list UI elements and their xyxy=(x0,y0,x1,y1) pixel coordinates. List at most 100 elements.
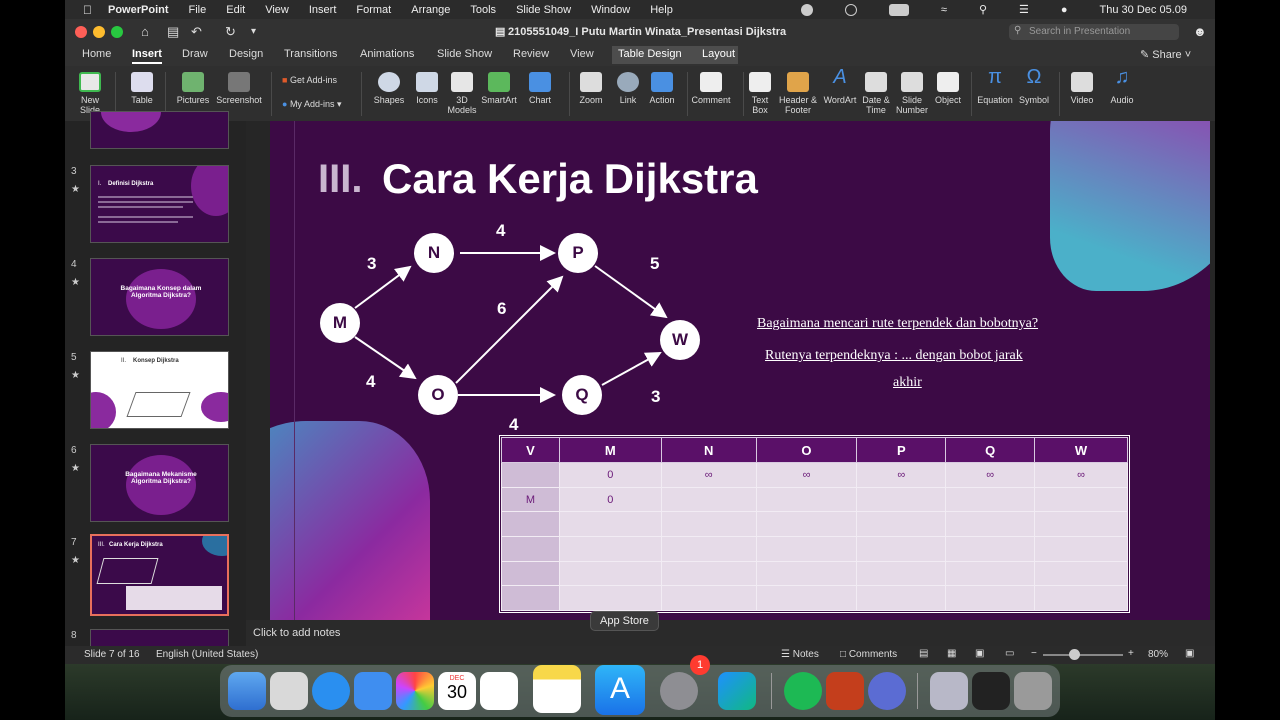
dijkstra-table[interactable]: V M N O P Q W 0 ∞ ∞ ∞ ∞ ∞ M 0 xyxy=(501,436,1128,611)
control-center-icon[interactable]: ☰ xyxy=(1019,3,1029,16)
clock[interactable]: Thu 30 Dec 05.09 xyxy=(1100,4,1187,16)
menu-slide-show[interactable]: Slide Show xyxy=(516,4,571,16)
smartart-button[interactable]: SmartArt xyxy=(478,72,520,105)
table-cell[interactable] xyxy=(945,585,1036,611)
table-header-cell[interactable]: V xyxy=(501,436,560,464)
header-footer-button[interactable]: Header & Footer xyxy=(777,72,819,115)
screenshot-button[interactable]: Screenshot xyxy=(215,72,263,105)
quicktime-icon[interactable] xyxy=(868,672,906,710)
tab-draw[interactable]: Draw xyxy=(182,48,208,60)
tab-home[interactable]: Home xyxy=(82,48,111,60)
apple-icon[interactable]:  xyxy=(83,3,92,17)
question-text-3[interactable]: akhir xyxy=(893,375,922,391)
menu-window[interactable]: Window xyxy=(591,4,630,16)
tab-review[interactable]: Review xyxy=(513,48,549,60)
preview-window-icon[interactable] xyxy=(930,672,968,710)
new-slide-button[interactable]: New Slide xyxy=(75,72,105,115)
undo-icon[interactable]: ↶ xyxy=(191,24,202,40)
video-button[interactable]: Video xyxy=(1067,72,1097,105)
table-cell[interactable] xyxy=(856,486,947,513)
table-cell[interactable]: 0 xyxy=(558,486,662,513)
table-cell[interactable] xyxy=(501,585,560,611)
tab-view[interactable]: View xyxy=(570,48,594,60)
powerpoint-icon[interactable] xyxy=(826,672,864,710)
share-button[interactable]: ✎ Share ˅ xyxy=(1140,48,1191,61)
redo-icon[interactable]: ↻ xyxy=(225,24,236,40)
table-cell[interactable] xyxy=(558,560,662,587)
battery-icon[interactable] xyxy=(888,3,909,16)
table-cell[interactable] xyxy=(558,511,662,538)
slide-thumb-3[interactable]: I. Definisi Dijkstra xyxy=(90,165,229,243)
table-header-cell[interactable]: N xyxy=(660,436,757,464)
3d-models-button[interactable]: 3D Models xyxy=(447,72,477,115)
customize-icon[interactable]: ▾ xyxy=(251,26,256,37)
table-cell[interactable] xyxy=(856,560,947,587)
table-cell[interactable] xyxy=(755,511,858,538)
close-button[interactable] xyxy=(75,26,87,38)
table-cell[interactable] xyxy=(660,536,757,562)
system-preferences-icon[interactable] xyxy=(660,672,698,710)
table-header-cell[interactable]: M xyxy=(558,436,662,464)
fit-to-window-icon[interactable]: ▣ xyxy=(1185,648,1194,659)
zoom-out-icon[interactable]: − xyxy=(1031,648,1037,659)
launchpad-icon[interactable] xyxy=(270,672,308,710)
safari-icon[interactable] xyxy=(312,672,350,710)
siri-icon[interactable]: ● xyxy=(1061,4,1068,16)
tab-insert[interactable]: Insert xyxy=(132,48,162,64)
tab-transitions[interactable]: Transitions xyxy=(284,48,337,60)
table-cell[interactable] xyxy=(1034,511,1128,538)
slide-thumb-5[interactable]: II. Konsep Dijkstra xyxy=(90,351,229,429)
table-cell[interactable] xyxy=(1034,560,1128,587)
screen-recording-icon[interactable] xyxy=(972,672,1010,710)
tab-design[interactable]: Design xyxy=(229,48,263,60)
table-cell[interactable] xyxy=(755,585,858,611)
table-cell[interactable] xyxy=(501,536,560,562)
table-cell[interactable] xyxy=(856,585,947,611)
record-icon[interactable] xyxy=(800,3,813,16)
trash-icon[interactable] xyxy=(1014,672,1052,710)
pictures-button[interactable]: Pictures xyxy=(173,72,213,105)
link-button[interactable]: Link xyxy=(613,72,643,105)
comments-toggle[interactable]: □ Comments xyxy=(840,649,897,660)
menu-tools[interactable]: Tools xyxy=(470,4,496,16)
tab-animations[interactable]: Animations xyxy=(360,48,414,60)
table-cell[interactable] xyxy=(945,511,1036,538)
table-cell[interactable] xyxy=(755,536,858,562)
tab-layout[interactable]: Layout xyxy=(702,48,735,60)
zoom-button[interactable] xyxy=(111,26,123,38)
zoom-in-icon[interactable]: + xyxy=(1128,648,1134,659)
equation-button[interactable]: π Equation xyxy=(975,67,1015,105)
table-header-cell[interactable]: Q xyxy=(945,436,1036,464)
spotify-icon[interactable] xyxy=(784,672,822,710)
mail-icon[interactable] xyxy=(354,672,392,710)
table-cell[interactable]: M xyxy=(501,486,560,513)
slide-thumb-2[interactable] xyxy=(90,111,229,149)
slide-thumbnails-panel[interactable]: 3 ★ I. Definisi Dijkstra 4 ★ Bagaimana K… xyxy=(65,111,246,659)
app-store-icon[interactable]: A xyxy=(595,665,645,715)
webex-icon[interactable] xyxy=(718,672,756,710)
question-text-2[interactable]: Rutenya terpendeknya : ... dengan bobot … xyxy=(765,348,1023,364)
date-time-button[interactable]: Date & Time xyxy=(861,72,891,115)
table-cell[interactable] xyxy=(558,585,662,611)
action-button[interactable]: Action xyxy=(645,72,679,105)
table-cell[interactable] xyxy=(1034,585,1128,611)
slide-thumb-7[interactable]: III. Cara Kerja Dijkstra xyxy=(90,534,229,616)
table-cell[interactable] xyxy=(660,585,757,611)
tab-slide-show[interactable]: Slide Show xyxy=(437,48,492,60)
menu-app-name[interactable]: PowerPoint xyxy=(108,4,169,16)
menu-arrange[interactable]: Arrange xyxy=(411,4,450,16)
slide[interactable]: III. Cara Kerja Dijkstra M N O P Q W 3 4… xyxy=(270,121,1210,620)
table-cell[interactable] xyxy=(501,462,560,488)
table-cell[interactable]: ∞ xyxy=(856,462,947,488)
table-cell[interactable] xyxy=(660,511,757,538)
notes-toggle[interactable]: ☰ Notes xyxy=(781,649,819,660)
profile-icon[interactable]: ☻ xyxy=(1193,24,1207,39)
minimize-button[interactable] xyxy=(93,26,105,38)
table-cell[interactable] xyxy=(660,486,757,513)
normal-view-icon[interactable]: ▤ xyxy=(919,648,928,659)
table-cell[interactable] xyxy=(945,560,1036,587)
table-cell[interactable] xyxy=(945,536,1036,562)
get-addins-button[interactable]: ■ Get Add-ins xyxy=(282,75,337,85)
save-icon[interactable]: ▤ xyxy=(167,24,179,40)
zoom-slider-handle[interactable] xyxy=(1069,649,1080,660)
